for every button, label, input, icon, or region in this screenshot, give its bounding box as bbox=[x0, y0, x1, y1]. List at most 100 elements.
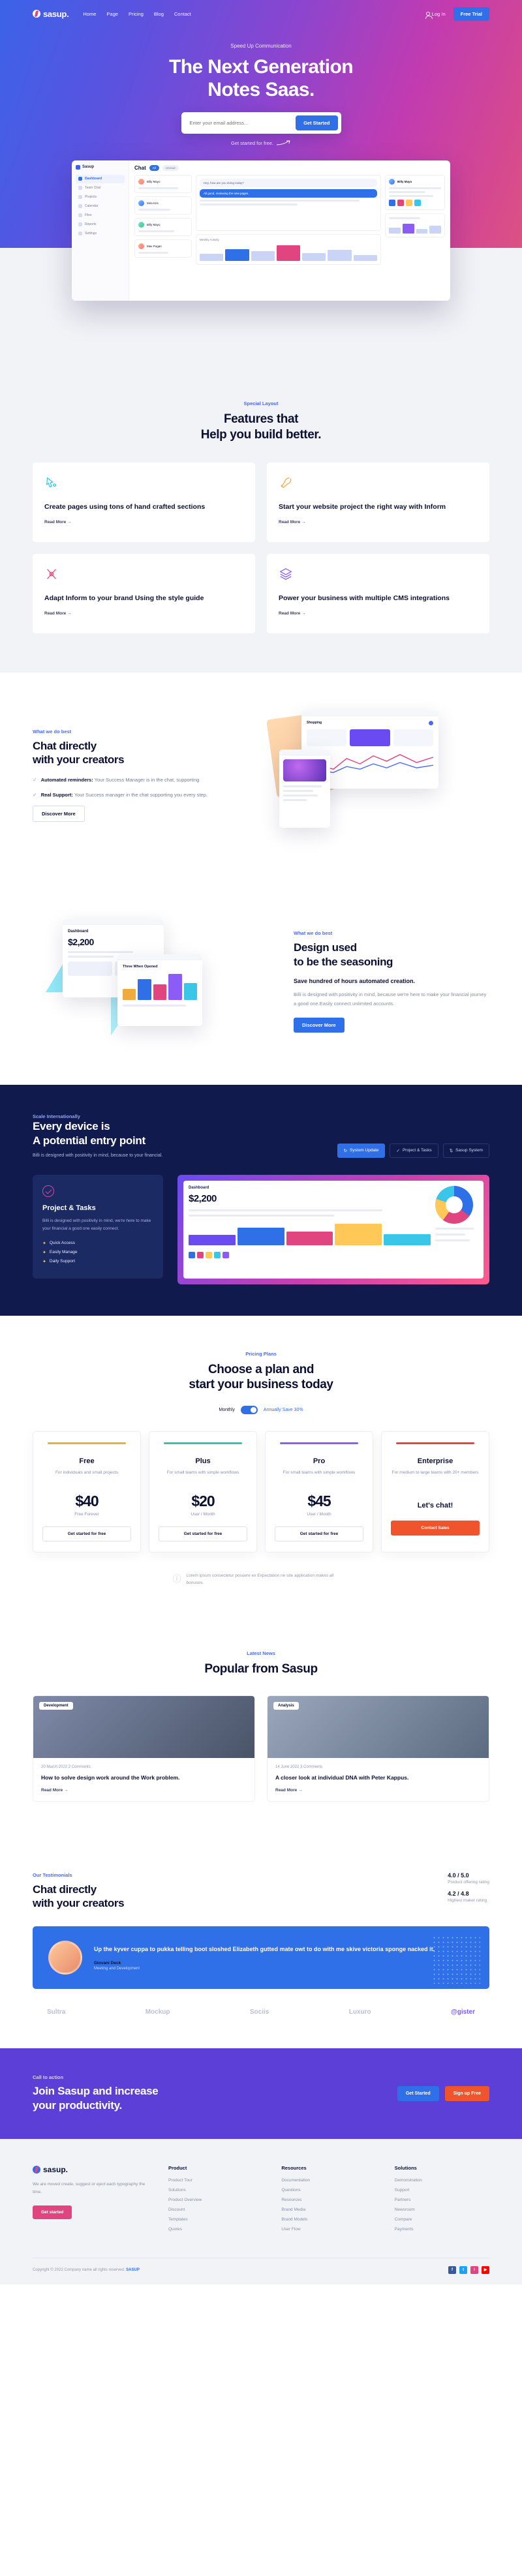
chip-system-update[interactable]: ↻ System Update bbox=[337, 1143, 386, 1158]
mock-sidebar-item[interactable]: Dashboard bbox=[76, 174, 125, 183]
testimonial-eyebrow: Our Testimonials bbox=[33, 1872, 72, 1879]
read-more-link[interactable]: Read More → bbox=[279, 611, 478, 616]
post-read-more[interactable]: Read More → bbox=[275, 1788, 481, 1793]
get-started-button[interactable]: Get Started bbox=[296, 115, 338, 130]
nav-link-blog[interactable]: Blog bbox=[154, 11, 164, 17]
cta-get-started-button[interactable]: Get Started bbox=[397, 2085, 439, 2101]
free-trial-button[interactable]: Free Trial bbox=[453, 7, 489, 21]
plan-description: For small teams with simple workflows bbox=[166, 1470, 239, 1476]
footer-get-started-button[interactable]: Get started bbox=[33, 2205, 72, 2219]
footer-link[interactable]: Quotes bbox=[168, 2227, 263, 2232]
cta-section: Call to action Join Sasup and increase y… bbox=[0, 2048, 522, 2139]
footer-link[interactable]: Partners bbox=[395, 2198, 489, 2202]
billing-toggle[interactable] bbox=[240, 1406, 258, 1415]
read-more-link[interactable]: Read More → bbox=[279, 520, 478, 524]
chip-sasup-system[interactable]: ⇅ Sasup System bbox=[442, 1143, 489, 1158]
mock-sidebar-label: Team Chat bbox=[85, 186, 101, 190]
facebook-icon[interactable]: f bbox=[448, 2265, 456, 2274]
brand-logo[interactable]: sasup. bbox=[33, 9, 69, 19]
footer-link[interactable]: Resources bbox=[281, 2198, 376, 2202]
design-discover-button[interactable]: Discover More bbox=[294, 1017, 345, 1033]
mock-sidebar-item[interactable]: Calendar bbox=[76, 202, 125, 211]
footer-link[interactable]: Templates bbox=[168, 2217, 263, 2222]
mock-contact-card[interactable]: Mira Kris bbox=[134, 196, 192, 215]
chip-project-tasks[interactable]: ✓ Project & Tasks bbox=[390, 1143, 438, 1158]
mock-sidebar-item[interactable]: Team Chat bbox=[76, 184, 125, 192]
bullet-bold: Automated reminders: bbox=[40, 777, 93, 783]
brush-icon bbox=[47, 568, 56, 579]
plan-period: Free Forever bbox=[74, 1512, 99, 1517]
mock-sidebar-item[interactable]: Reports bbox=[76, 220, 125, 229]
youtube-icon[interactable]: ▶ bbox=[482, 2265, 489, 2274]
footer-link[interactable]: Questions bbox=[281, 2188, 376, 2192]
mock-contact-card[interactable]: Billy Mayo bbox=[134, 217, 192, 236]
mock-dash-label: Dashboard bbox=[189, 1185, 209, 1190]
nav-link-page[interactable]: Page bbox=[106, 11, 118, 17]
footer-link[interactable]: Documentation bbox=[281, 2178, 376, 2183]
mock-sidebar-item[interactable]: Projects bbox=[76, 193, 125, 202]
post-tag: Development bbox=[39, 1702, 73, 1710]
blog-post-card[interactable]: Development 20 March 2022 2 Comments How… bbox=[33, 1695, 255, 1802]
footer-logo[interactable]: sasup. bbox=[33, 2165, 150, 2174]
login-button[interactable]: Log In bbox=[425, 11, 446, 19]
mock-stat-card bbox=[385, 213, 445, 237]
mock-pill-all[interactable]: All bbox=[149, 164, 159, 171]
footer-column-heading: Resources bbox=[281, 2164, 307, 2171]
testimonial-title-line1: Chat directly bbox=[33, 1883, 97, 1896]
cta-signup-button[interactable]: Sign up Free bbox=[444, 2085, 489, 2101]
nav-link-contact[interactable]: Contact bbox=[174, 11, 191, 17]
feature-card[interactable]: Create pages using tons of hand crafted … bbox=[33, 462, 255, 542]
mock-sidebar-item[interactable]: Settings bbox=[76, 230, 125, 238]
footer-link[interactable]: Demonstration bbox=[395, 2178, 489, 2183]
quote-author: Giovani Deck bbox=[94, 1960, 121, 1965]
footer-link[interactable]: Product Overview bbox=[168, 2198, 263, 2202]
mock-pill-unread[interactable]: Unread bbox=[162, 164, 179, 171]
footer-link[interactable]: Payments bbox=[395, 2227, 489, 2232]
pricing-eyebrow: Pricing Plans bbox=[245, 1350, 277, 1357]
plan-name: Enterprise bbox=[417, 1457, 453, 1466]
brand-logo-item: Mockup bbox=[145, 2008, 170, 2016]
mock-contact-card[interactable]: Max Pogan bbox=[134, 239, 192, 258]
mock-sidebar-item[interactable]: Files bbox=[76, 211, 125, 220]
plan-button[interactable]: Contact Sales bbox=[391, 1521, 480, 1536]
read-more-link[interactable]: Read More → bbox=[44, 520, 243, 524]
toggle-annual-label[interactable]: Annually Save 30% bbox=[264, 1408, 303, 1412]
design-text-block: What we do best Design used to be the se… bbox=[294, 930, 489, 1033]
nav-link-pricing[interactable]: Pricing bbox=[129, 11, 144, 17]
plan-price: $40 bbox=[75, 1493, 99, 1510]
testimonial-quote-card: Up the kyver cuppa to pukka telling boot… bbox=[33, 1926, 489, 1989]
footer-link[interactable]: User Flow bbox=[281, 2227, 376, 2232]
plan-button[interactable]: Get started for free bbox=[275, 1526, 363, 1542]
footer-link[interactable]: Support bbox=[395, 2188, 489, 2192]
blog-post-card[interactable]: Analysis 14 June 2022 3 Comments A close… bbox=[267, 1695, 489, 1802]
footer-link[interactable]: Product Tour bbox=[168, 2178, 263, 2183]
plan-name: Plus bbox=[195, 1457, 211, 1466]
mock-dash-amount: $2,200 bbox=[189, 1192, 217, 1204]
plan-button[interactable]: Get started for free bbox=[159, 1526, 247, 1542]
feature-card[interactable]: Adapt Inform to your brand Using the sty… bbox=[33, 553, 255, 633]
plan-button[interactable]: Get started for free bbox=[42, 1526, 131, 1542]
footer-link[interactable]: Compare bbox=[395, 2217, 489, 2222]
footer-link[interactable]: Solutions bbox=[168, 2188, 263, 2192]
mock-contact-card[interactable]: Billy Mayo bbox=[134, 174, 192, 193]
read-more-link[interactable]: Read More → bbox=[44, 611, 243, 616]
hero-content: Speed Up Communication The Next Generati… bbox=[0, 22, 522, 146]
security-body: Project & Tasks Billi is designed with p… bbox=[33, 1174, 489, 1284]
discover-more-button[interactable]: Discover More bbox=[33, 806, 85, 823]
footer-link[interactable]: Brand Media bbox=[281, 2207, 376, 2212]
twitter-icon[interactable]: t bbox=[459, 2265, 467, 2274]
email-input[interactable] bbox=[184, 119, 296, 126]
post-read-more[interactable]: Read More → bbox=[41, 1788, 247, 1793]
feature-card[interactable]: Power your business with multiple CMS in… bbox=[267, 553, 489, 633]
card-list-item: ✦ Easily Manage bbox=[42, 1250, 153, 1255]
footer-link[interactable]: Newsroom bbox=[395, 2207, 489, 2212]
chart-panel: Three When Opened bbox=[117, 954, 202, 1026]
mock-chart-card: Weekly Activity bbox=[196, 234, 381, 265]
nav-link-home[interactable]: Home bbox=[83, 11, 96, 17]
footer-link[interactable]: Discount bbox=[168, 2207, 263, 2212]
instagram-icon[interactable]: i bbox=[470, 2265, 478, 2274]
feature-card[interactable]: Start your website project the right way… bbox=[267, 462, 489, 542]
footer: sasup. We are moved create, suggest or e… bbox=[0, 2138, 522, 2284]
toggle-monthly-label[interactable]: Monthly bbox=[219, 1408, 235, 1412]
footer-link[interactable]: Brand Models bbox=[281, 2217, 376, 2222]
